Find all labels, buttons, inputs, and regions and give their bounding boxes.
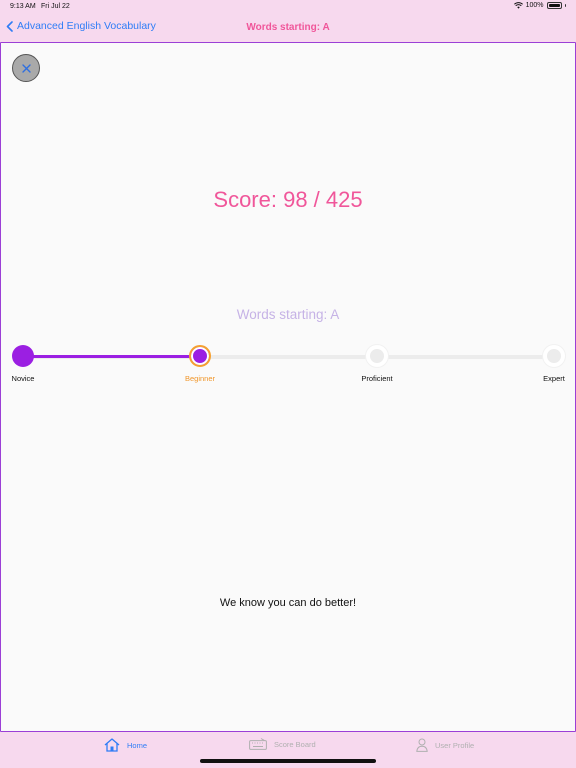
home-indicator[interactable] [200, 759, 376, 763]
tab-score-board[interactable]: Score Board [249, 738, 316, 750]
score-text: Score: 98 / 425 [213, 187, 363, 212]
battery-icon [546, 2, 562, 9]
person-icon [416, 738, 428, 752]
status-bar: 9:13 AM Fri Jul 22 100% [0, 0, 576, 14]
level-label-expert: Expert [543, 374, 565, 383]
level-node-beginner [189, 345, 211, 367]
level-label-novice: Novice [11, 374, 35, 383]
close-button[interactable] [12, 54, 40, 82]
tab-home[interactable]: Home [104, 738, 147, 752]
status-right: 100% [513, 2, 566, 9]
status-time: 9:13 AM [10, 3, 36, 10]
category-subtitle: Words starting: A [236, 307, 340, 322]
battery-tip [564, 4, 566, 7]
level-label-proficient: Proficient [361, 374, 393, 383]
level-node-novice [12, 345, 34, 367]
home-icon [104, 738, 120, 752]
page-title: Words starting: A [246, 22, 330, 33]
tab-home-label: Home [127, 740, 148, 750]
tab-score-board-label: Score Board [274, 739, 316, 749]
level-label-beginner: Beginner [184, 374, 216, 383]
wifi-icon [513, 2, 523, 9]
level-node-proficient [366, 345, 388, 367]
status-date: Fri Jul 22 [41, 3, 70, 10]
battery-percent: 100% [525, 2, 544, 9]
feedback-message: We know you can do better! [219, 597, 357, 609]
result-panel: Score: 98 / 425 Words starting: A Novice… [0, 42, 576, 732]
level-progress: Novice Beginner Proficient Expert [1, 339, 576, 389]
tab-user-profile-label: User Profile [435, 740, 475, 750]
keyboard-icon [249, 738, 267, 750]
tab-user-profile[interactable]: User Profile [416, 738, 474, 752]
close-icon [21, 63, 31, 73]
progress-fill [23, 355, 200, 358]
level-node-expert [543, 345, 565, 367]
navigation-bar: Advanced English Vocabulary Words starti… [0, 14, 576, 42]
